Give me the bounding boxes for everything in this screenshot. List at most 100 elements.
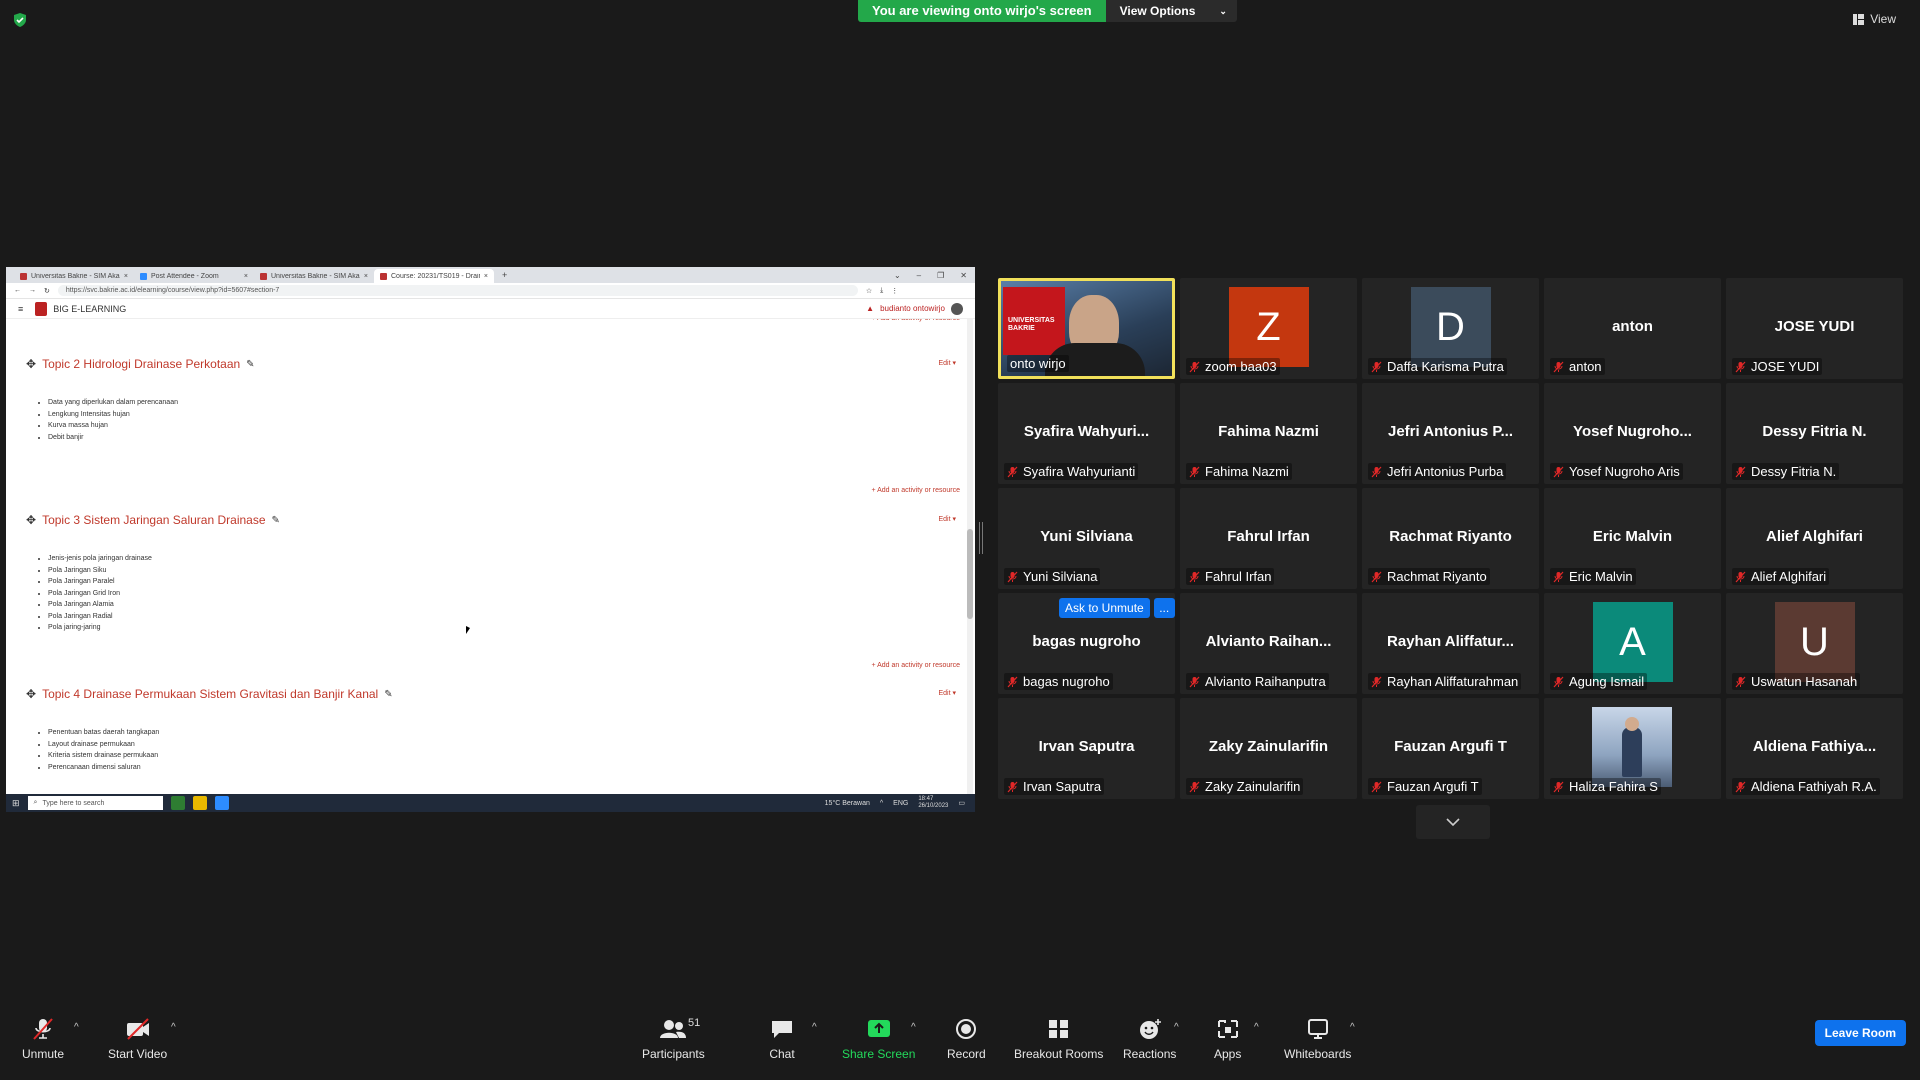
apps-button[interactable]: Apps <box>1214 1017 1241 1061</box>
participant-tile[interactable]: Alvianto Raihan... Alvianto Raihanputra <box>1180 593 1357 694</box>
splitter-handle[interactable] <box>979 522 983 554</box>
pencil-icon[interactable]: ✎ <box>384 689 392 700</box>
browser-tab[interactable]: Post Attendee - Zoom × <box>134 269 254 283</box>
clock[interactable]: 18:47 26/10/2023 <box>918 796 948 810</box>
notification-icon[interactable]: ▭ <box>958 799 965 807</box>
topic-title[interactable]: ✥ Topic 2 Hidrologi Drainase Perkotaan ✎ <box>26 357 956 371</box>
chevron-down-icon[interactable]: ⌄ <box>894 271 901 280</box>
record-button[interactable]: Record <box>947 1017 986 1061</box>
gallery-next-page-button[interactable] <box>1416 805 1490 839</box>
forward-icon[interactable]: → <box>29 287 36 294</box>
edit-menu[interactable]: Edit ▾ <box>938 359 956 367</box>
whatsapp-icon[interactable] <box>170 796 185 810</box>
tray-chevron-icon[interactable]: ^ <box>880 800 883 807</box>
user-menu[interactable]: ▲ budianto ontowirjo <box>866 302 963 315</box>
close-icon[interactable]: × <box>124 273 128 280</box>
chat-options-caret-icon[interactable]: ^ <box>812 1022 817 1033</box>
browser-tab[interactable]: Universitas Bakrie - SIM Akademik × <box>254 269 374 283</box>
back-icon[interactable]: ← <box>14 287 21 294</box>
close-icon[interactable]: ✕ <box>960 271 967 280</box>
chrome-icon[interactable] <box>192 796 207 810</box>
participant-tile[interactable]: Rayhan Aliffatur... Rayhan Aliffaturahman <box>1362 593 1539 694</box>
bell-icon[interactable]: ▲ <box>866 304 874 313</box>
participant-tile[interactable]: Alief Alghifari Alief Alghifari <box>1726 488 1903 589</box>
browser-tab[interactable]: Universitas Bakrie - SIM Akademik × <box>14 269 134 283</box>
participant-tile[interactable]: Irvan Saputra Irvan Saputra <box>998 698 1175 799</box>
topic-title[interactable]: ✥ Topic 3 Sistem Jaringan Saluran Draina… <box>26 513 956 527</box>
menu-dots-icon[interactable]: ⋮ <box>891 287 898 295</box>
video-options-caret-icon[interactable]: ^ <box>171 1022 176 1033</box>
star-icon[interactable]: ☆ <box>866 287 872 295</box>
edit-menu[interactable]: Edit ▾ <box>938 689 956 697</box>
ask-to-unmute-button[interactable]: Ask to Unmute <box>1059 598 1150 618</box>
reactions-button[interactable]: Reactions <box>1123 1017 1176 1061</box>
url-field[interactable]: https://svc.bakrie.ac.id/elearning/cours… <box>57 285 858 296</box>
participant-tile[interactable]: Aldiena Fathiya... Aldiena Fathiyah R.A. <box>1726 698 1903 799</box>
more-options-button[interactable]: ... <box>1153 598 1175 618</box>
view-options-button[interactable]: View Options ⌄ <box>1105 0 1237 22</box>
moodle-brand[interactable]: BIG E-LEARNING <box>35 301 126 316</box>
start-video-button[interactable]: Start Video <box>108 1017 167 1061</box>
participant-tile[interactable]: Syafira Wahyuri... Syafira Wahyurianti <box>998 383 1175 484</box>
participant-tile[interactable]: Fahima Nazmi Fahima Nazmi <box>1180 383 1357 484</box>
maximize-icon[interactable]: ❐ <box>937 271 944 280</box>
minimize-icon[interactable]: – <box>917 271 921 280</box>
participant-tile[interactable]: Fahrul Irfan Fahrul Irfan <box>1180 488 1357 589</box>
audio-options-caret-icon[interactable]: ^ <box>74 1022 79 1033</box>
new-tab-icon[interactable]: + <box>494 270 515 283</box>
windows-start-icon[interactable]: ⊞ <box>12 798 20 809</box>
participant-tile[interactable]: UNIVERSITAS BAKRIE onto wirjo <box>998 278 1175 379</box>
participant-tile[interactable]: Haliza Fahira S <box>1544 698 1721 799</box>
whiteboards-button[interactable]: Whiteboards <box>1284 1017 1351 1061</box>
chat-button[interactable]: Chat <box>769 1017 795 1061</box>
pencil-icon[interactable]: ✎ <box>272 515 280 526</box>
reload-icon[interactable]: ↻ <box>44 287 50 295</box>
view-button[interactable]: View <box>1853 12 1896 26</box>
participant-tile[interactable]: Eric Malvin Eric Malvin <box>1544 488 1721 589</box>
apps-caret-icon[interactable]: ^ <box>1254 1022 1259 1033</box>
share-options-caret-icon[interactable]: ^ <box>911 1022 916 1033</box>
scrollbar-thumb[interactable] <box>967 529 973 619</box>
participants-button[interactable]: 51 Participants <box>642 1017 705 1061</box>
close-icon[interactable]: × <box>244 273 248 280</box>
pencil-icon[interactable]: ✎ <box>246 359 254 370</box>
participant-tile[interactable]: anton anton <box>1544 278 1721 379</box>
add-activity-link[interactable]: + Add an activity or resource <box>871 487 960 494</box>
hamburger-icon[interactable]: ≡ <box>18 304 23 314</box>
move-icon[interactable]: ✥ <box>26 687 36 701</box>
close-icon[interactable]: × <box>484 273 488 280</box>
share-screen-button[interactable]: Share Screen <box>842 1017 915 1061</box>
shield-icon[interactable] <box>12 12 28 28</box>
participant-tile[interactable]: Dessy Fitria N. Dessy Fitria N. <box>1726 383 1903 484</box>
taskbar-search[interactable]: ⌕ Type here to search <box>27 796 163 810</box>
topic-title[interactable]: ✥ Topic 4 Drainase Permukaan Sistem Grav… <box>26 687 956 701</box>
whiteboards-caret-icon[interactable]: ^ <box>1350 1022 1355 1033</box>
participant-tile[interactable]: Zzoom baa03 <box>1180 278 1357 379</box>
participant-tile[interactable]: JOSE YUDI JOSE YUDI <box>1726 278 1903 379</box>
browser-tab-active[interactable]: Course: 20231/TS019 - Drainase... × <box>374 269 494 283</box>
participant-tile[interactable]: A Agung Ismail <box>1544 593 1721 694</box>
participant-tile[interactable]: U Uswatun Hasanah <box>1726 593 1903 694</box>
move-icon[interactable]: ✥ <box>26 357 36 371</box>
edit-menu[interactable]: Edit ▾ <box>938 515 956 523</box>
participant-tile[interactable]: Jefri Antonius P... Jefri Antonius Purba <box>1362 383 1539 484</box>
language-indicator[interactable]: ENG <box>893 800 908 807</box>
add-activity-link[interactable]: + Add an activity or resource <box>871 662 960 669</box>
participant-tile[interactable]: Yuni Silviana Yuni Silviana <box>998 488 1175 589</box>
move-icon[interactable]: ✥ <box>26 513 36 527</box>
close-icon[interactable]: × <box>364 273 368 280</box>
participant-tile[interactable]: Rachmat Riyanto Rachmat Riyanto <box>1362 488 1539 589</box>
page-scrollbar[interactable] <box>967 319 973 797</box>
weather-label[interactable]: 15°C Berawan <box>825 800 870 807</box>
breakout-rooms-button[interactable]: Breakout Rooms <box>1014 1017 1103 1061</box>
participant-tile[interactable]: Yosef Nugroho... Yosef Nugroho Aris <box>1544 383 1721 484</box>
participant-tile[interactable]: Fauzan Argufi T Fauzan Argufi T <box>1362 698 1539 799</box>
unmute-button[interactable]: Unmute <box>22 1017 64 1061</box>
participant-tile[interactable]: D Daffa Karisma Putra <box>1362 278 1539 379</box>
add-activity-link[interactable]: + Add an activity or resource <box>871 319 960 322</box>
reactions-caret-icon[interactable]: ^ <box>1174 1022 1179 1033</box>
download-icon[interactable]: ⤓ <box>880 287 883 295</box>
zoom-app-icon[interactable] <box>214 796 229 810</box>
participant-tile[interactable]: Zaky Zainularifin Zaky Zainularifin <box>1180 698 1357 799</box>
leave-room-button[interactable]: Leave Room <box>1814 1020 1906 1046</box>
